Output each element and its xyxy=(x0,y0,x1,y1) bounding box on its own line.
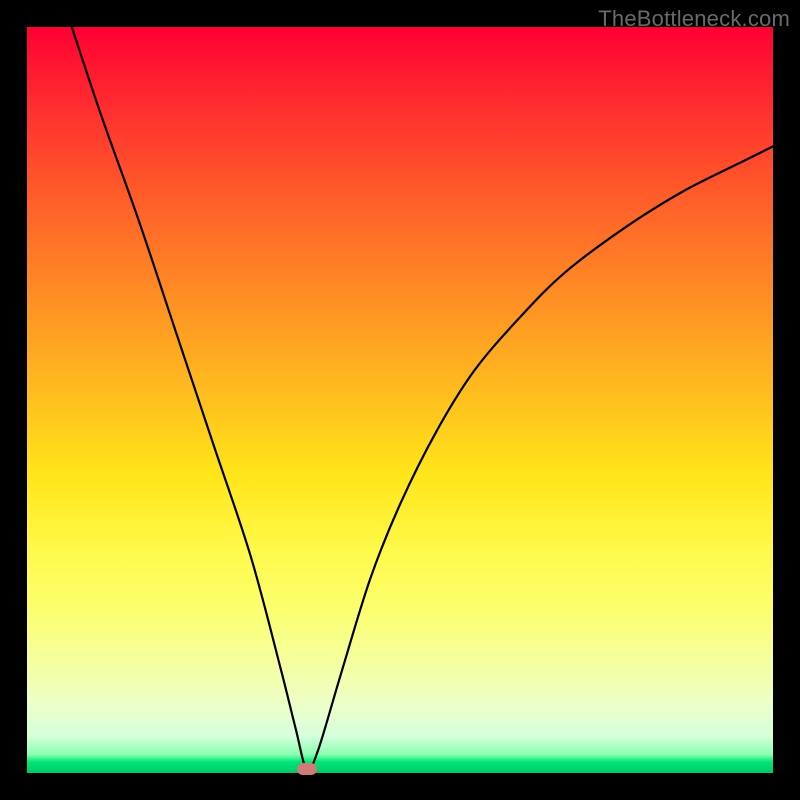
plot-area xyxy=(27,27,773,773)
watermark-text: TheBottleneck.com xyxy=(598,6,790,32)
bottleneck-curve xyxy=(27,27,773,773)
chart-frame: TheBottleneck.com xyxy=(0,0,800,800)
optimal-marker xyxy=(297,763,317,775)
